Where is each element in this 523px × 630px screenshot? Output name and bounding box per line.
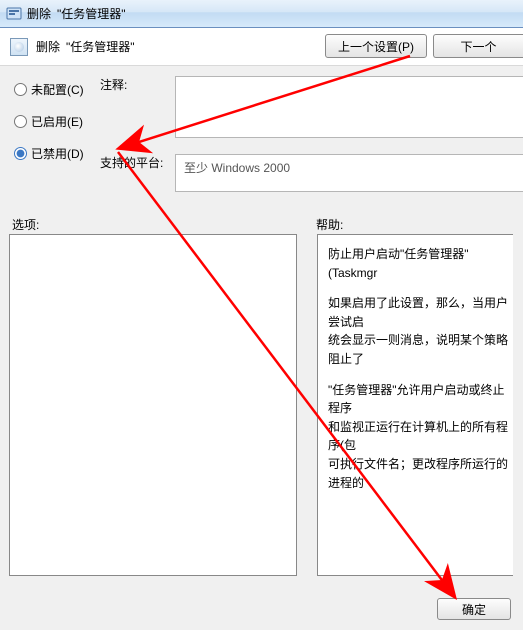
policy-body: 未配置(C) 已启用(E) 已禁用(D) 注释: 支持的平台: 至少 Windo… — [0, 66, 523, 166]
options-label: 选项: — [10, 216, 310, 233]
comment-label: 注释: — [100, 76, 127, 93]
help-paragraph-1: 防止用户启动"任务管理器"(Taskmgr — [328, 245, 509, 282]
radio-disabled-input[interactable] — [14, 147, 27, 160]
help-label: 帮助: — [310, 216, 343, 233]
help-paragraph-3: "任务管理器"允许用户启动或终止程序 和监视正运行在计算机上的所有程序(包 可执… — [328, 381, 509, 493]
radio-not-configured-label: 未配置(C) — [31, 81, 84, 98]
ok-button[interactable]: 确定 — [437, 598, 511, 620]
options-panel — [9, 234, 297, 576]
radio-not-configured-input[interactable] — [14, 83, 27, 96]
supported-on-text: 至少 Windows 2000 — [184, 161, 290, 175]
policy-title: 删除 "任务管理器" — [36, 38, 135, 55]
section-labels: 选项: 帮助: — [10, 216, 523, 233]
next-setting-button[interactable]: 下一个 — [433, 34, 523, 58]
policy-header: 删除 "任务管理器" 上一个设置(P) 下一个 — [0, 28, 523, 66]
policy-icon — [10, 38, 28, 56]
supported-on-label: 支持的平台: — [100, 154, 163, 171]
window-titlebar: 删除 "任务管理器" — [0, 0, 523, 28]
window-title: 删除 "任务管理器" — [27, 5, 126, 22]
radio-enabled-input[interactable] — [14, 115, 27, 128]
app-icon — [6, 6, 22, 22]
supported-on-box: 至少 Windows 2000 — [175, 154, 523, 192]
previous-setting-button[interactable]: 上一个设置(P) — [325, 34, 427, 58]
help-panel: 防止用户启动"任务管理器"(Taskmgr 如果启用了此设置，那么，当用户尝试启… — [317, 234, 513, 576]
radio-enabled-label: 已启用(E) — [31, 113, 83, 130]
help-paragraph-2: 如果启用了此设置，那么，当用户尝试启 统会显示一则消息，说明某个策略阻止了 — [328, 294, 509, 368]
comment-textarea[interactable] — [175, 76, 523, 138]
radio-disabled-label: 已禁用(D) — [31, 145, 84, 162]
